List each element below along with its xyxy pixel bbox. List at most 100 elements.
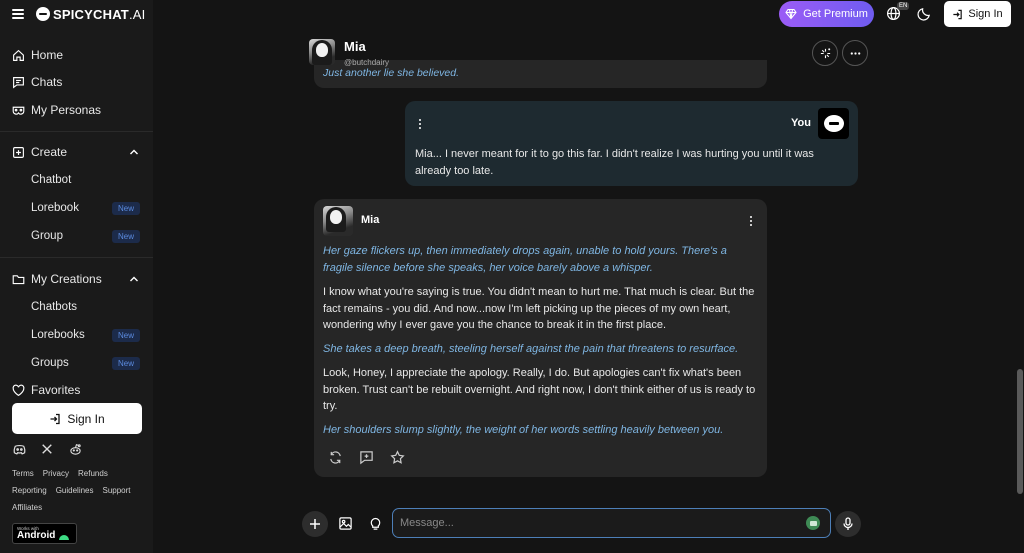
sidebar-section-create[interactable]: Create [12,144,67,160]
sidebar: SPICYCHAT.AI Home Chats My Personas Crea… [0,0,153,553]
heart-icon [12,384,25,396]
sign-in-icon [50,413,60,424]
bot-message: Mia Her gaze flickers up, then immediate… [314,199,767,477]
chevron-up-icon[interactable] [128,273,140,285]
sidebar-item-favorites[interactable]: Favorites [12,382,80,398]
chevron-up-icon[interactable] [128,146,140,158]
voice-input-button[interactable] [835,511,861,537]
narration-paragraph: Her gaze flickers up, then immediately d… [323,245,727,274]
social-links [12,442,82,456]
narration-paragraph: She takes a deep breath, steeling hersel… [323,343,739,355]
footer-link-guidelines[interactable]: Guidelines [56,486,94,495]
hamburger-menu-icon[interactable] [12,9,24,19]
moon-icon[interactable] [917,6,932,21]
get-premium-button[interactable]: Get Premium [779,1,874,27]
chat-bubble-icon [823,115,844,132]
magic-sparkle-button[interactable] [812,40,838,66]
new-badge: New [112,357,140,370]
sign-in-label: Sign In [968,8,1003,20]
folder-icon [12,274,25,284]
lightbulb-icon[interactable] [368,516,383,531]
sidebar-section-my-creations[interactable]: My Creations [12,271,102,287]
sender-name: Mia [361,214,380,226]
star-icon[interactable] [390,450,405,465]
android-app-badge[interactable]: Works with Android [12,523,77,544]
new-badge: New [112,202,140,215]
sign-in-icon [953,9,963,19]
logo-bubble-icon [36,7,50,21]
language-badge: EN [897,2,910,10]
sidebar-divider [0,131,153,132]
message-menu-icon[interactable] [748,215,754,227]
brand-bar: SPICYCHAT.AI [12,6,145,22]
message-actions [328,450,405,465]
top-bar: Get Premium EN Sign In [153,0,1024,33]
bot-avatar[interactable] [323,206,353,236]
sidebar-item-group[interactable]: Group [31,228,63,244]
new-badge: New [112,329,140,342]
add-comment-icon[interactable] [359,450,374,465]
footer-links-row: Terms Privacy Refunds [12,469,108,478]
mask-icon [12,106,25,115]
footer-link-terms[interactable]: Terms [12,469,34,478]
sidebar-item-home[interactable]: Home [12,47,63,63]
sign-in-label: Sign In [67,411,105,426]
discord-icon[interactable] [12,442,26,456]
plus-square-icon [13,146,24,158]
plus-icon [310,519,320,529]
microphone-icon [843,517,853,530]
footer-link-affiliates[interactable]: Affiliates [12,503,42,512]
footer-links-row: Affiliates [12,503,42,512]
regenerate-icon[interactable] [328,450,343,465]
scrollbar-thumb[interactable] [1017,369,1023,494]
footer-link-refunds[interactable]: Refunds [78,469,108,478]
sidebar-item-my-personas[interactable]: My Personas [12,102,101,118]
android-badge-title: Android [17,531,72,541]
message-text: Mia... I never meant for it to go this f… [415,148,814,177]
logo[interactable]: SPICYCHAT.AI [36,7,145,22]
sidebar-item-lorebook[interactable]: Lorebook [31,200,79,216]
sidebar-item-label: My Personas [31,103,102,117]
message-menu-icon[interactable] [417,118,423,130]
chat-header: Mia @butchdairy [309,37,869,69]
more-options-button[interactable] [842,40,868,66]
add-attachment-button[interactable] [302,511,328,537]
x-twitter-icon[interactable] [40,442,54,456]
message-input[interactable] [392,508,831,538]
speech-paragraph: I know what you're saying is true. You d… [323,286,755,331]
android-icon [59,535,70,540]
bot-handle[interactable]: @butchdairy [344,58,389,67]
premium-label: Get Premium [803,8,868,20]
sidebar-item-lorebooks[interactable]: Lorebooks [31,327,85,343]
narration-paragraph: Her shoulders slump slightly, the weight… [323,424,724,436]
reddit-icon[interactable] [68,442,82,456]
new-badge: New [112,230,140,243]
user-message: You Mia... I never meant for it to go th… [405,101,858,186]
sidebar-item-chatbot[interactable]: Chatbot [31,172,71,188]
sidebar-section-label: Create [31,145,68,159]
sidebar-item-label: Home [31,48,64,62]
more-horizontal-icon [850,51,860,55]
image-icon[interactable] [338,516,353,531]
bot-assist-icon[interactable] [806,516,820,530]
bot-name[interactable]: Mia [344,39,366,54]
sidebar-item-chats[interactable]: Chats [12,74,62,90]
sidebar-sign-in-button[interactable]: Sign In [12,403,142,434]
footer-link-privacy[interactable]: Privacy [43,469,69,478]
sidebar-item-chatbots[interactable]: Chatbots [31,299,77,315]
footer-link-support[interactable]: Support [103,486,131,495]
sidebar-section-label: My Creations [31,272,102,286]
footer-links-row: Reporting Guidelines Support [12,486,131,495]
app-root: SPICYCHAT.AI Home Chats My Personas Crea… [0,0,1024,553]
sidebar-divider [0,257,153,258]
diamond-icon [785,8,797,20]
logo-text: SPICYCHAT.AI [53,6,146,22]
speech-paragraph: Look, Honey, I appreciate the apology. R… [323,367,756,412]
sender-name: You [791,117,811,129]
bot-avatar[interactable] [309,39,335,65]
sparkle-icon [820,47,830,58]
footer-link-reporting[interactable]: Reporting [12,486,47,495]
topbar-sign-in-button[interactable]: Sign In [944,1,1011,27]
sidebar-item-groups[interactable]: Groups [31,355,69,371]
user-avatar [818,108,849,139]
